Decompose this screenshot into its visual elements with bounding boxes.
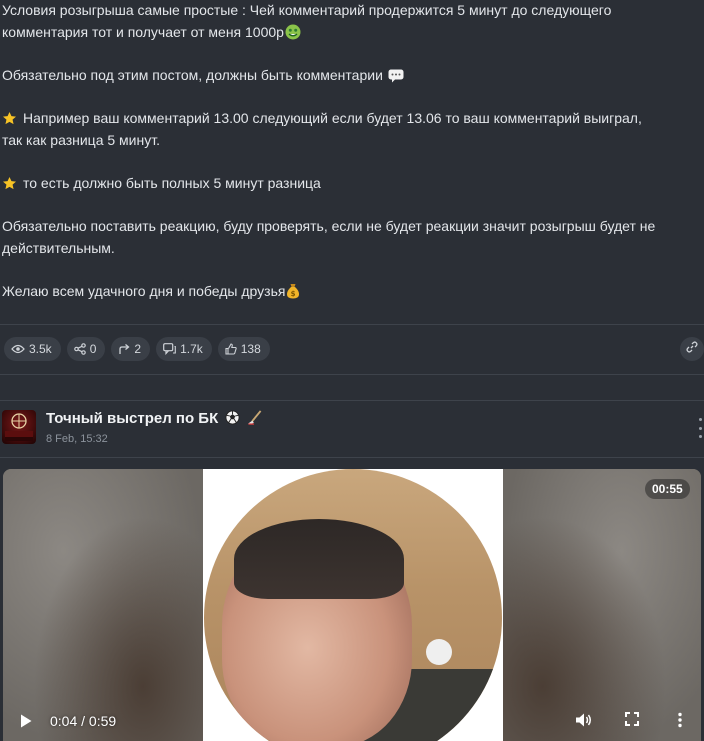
channel-avatar[interactable] xyxy=(2,410,36,444)
comments-count: 1.7k xyxy=(180,342,203,356)
star-icon xyxy=(2,111,17,130)
post-line: Условия розыгрыша самые простые : Чей ко… xyxy=(2,2,612,18)
volume-icon[interactable] xyxy=(575,712,593,733)
svg-text:$: $ xyxy=(291,290,296,298)
divider xyxy=(0,457,704,458)
post-line: так как разница 5 минут. xyxy=(2,132,160,148)
divider xyxy=(0,400,704,401)
play-icon[interactable] xyxy=(19,713,33,734)
channel-name[interactable]: Точный выстрел по БК xyxy=(46,410,263,430)
forwards-count: 2 xyxy=(134,342,142,356)
star-icon xyxy=(2,176,17,195)
video-controls: 0:04 / 0:59 xyxy=(3,700,701,741)
post-line: действительным. xyxy=(2,240,115,256)
video-duration-badge: 00:55 xyxy=(645,479,690,499)
soccer-ball-icon xyxy=(225,410,240,430)
post-line: комментария тот и получает от меня 1000р xyxy=(2,23,301,44)
likes-chip[interactable]: 138 xyxy=(217,337,270,361)
forward-icon xyxy=(118,343,130,355)
thumbs-up-icon xyxy=(225,343,237,355)
wall-outlet xyxy=(426,639,452,665)
post-line: Например ваш комментарий 13.00 следующий… xyxy=(2,109,642,130)
more-options-icon[interactable] xyxy=(677,712,683,733)
post-line: Обязательно под этим постом, должны быть… xyxy=(2,66,404,87)
post-line: то есть должно быть полных 5 минут разни… xyxy=(2,174,321,195)
video-time-display: 0:04 / 0:59 xyxy=(50,713,117,729)
post-date[interactable]: 8 Feb, 15:32 xyxy=(46,433,108,445)
post-stats: 3.5k 0 2 1.7k 138 xyxy=(4,337,270,361)
hockey-stick-icon xyxy=(247,410,263,430)
views-count: 3.5k xyxy=(29,342,52,356)
shares-count: 0 xyxy=(89,342,97,356)
forwards-chip[interactable]: 2 xyxy=(111,337,151,361)
link-icon xyxy=(686,340,698,358)
post-line: Желаю всем удачного дня и победы друзья $ xyxy=(2,282,300,303)
post-line: Обязательно поставить реакцию, буду пров… xyxy=(2,218,656,234)
money-bag-icon: $ xyxy=(286,283,300,303)
copy-link-button[interactable] xyxy=(680,337,704,361)
views-chip[interactable]: 3.5k xyxy=(4,337,61,361)
likes-count: 138 xyxy=(240,342,261,356)
video-person-hair xyxy=(234,519,404,599)
shares-chip[interactable]: 0 xyxy=(66,337,106,361)
share-icon xyxy=(73,343,86,355)
speech-bubble-icon xyxy=(388,69,404,87)
divider xyxy=(0,324,704,325)
eye-icon xyxy=(11,344,25,354)
money-mouth-face-icon xyxy=(285,24,301,44)
divider xyxy=(0,374,704,375)
comments-icon xyxy=(163,343,176,355)
comments-chip[interactable]: 1.7k xyxy=(156,337,212,361)
fullscreen-icon[interactable] xyxy=(625,712,639,731)
post-menu-button[interactable] xyxy=(697,418,703,438)
